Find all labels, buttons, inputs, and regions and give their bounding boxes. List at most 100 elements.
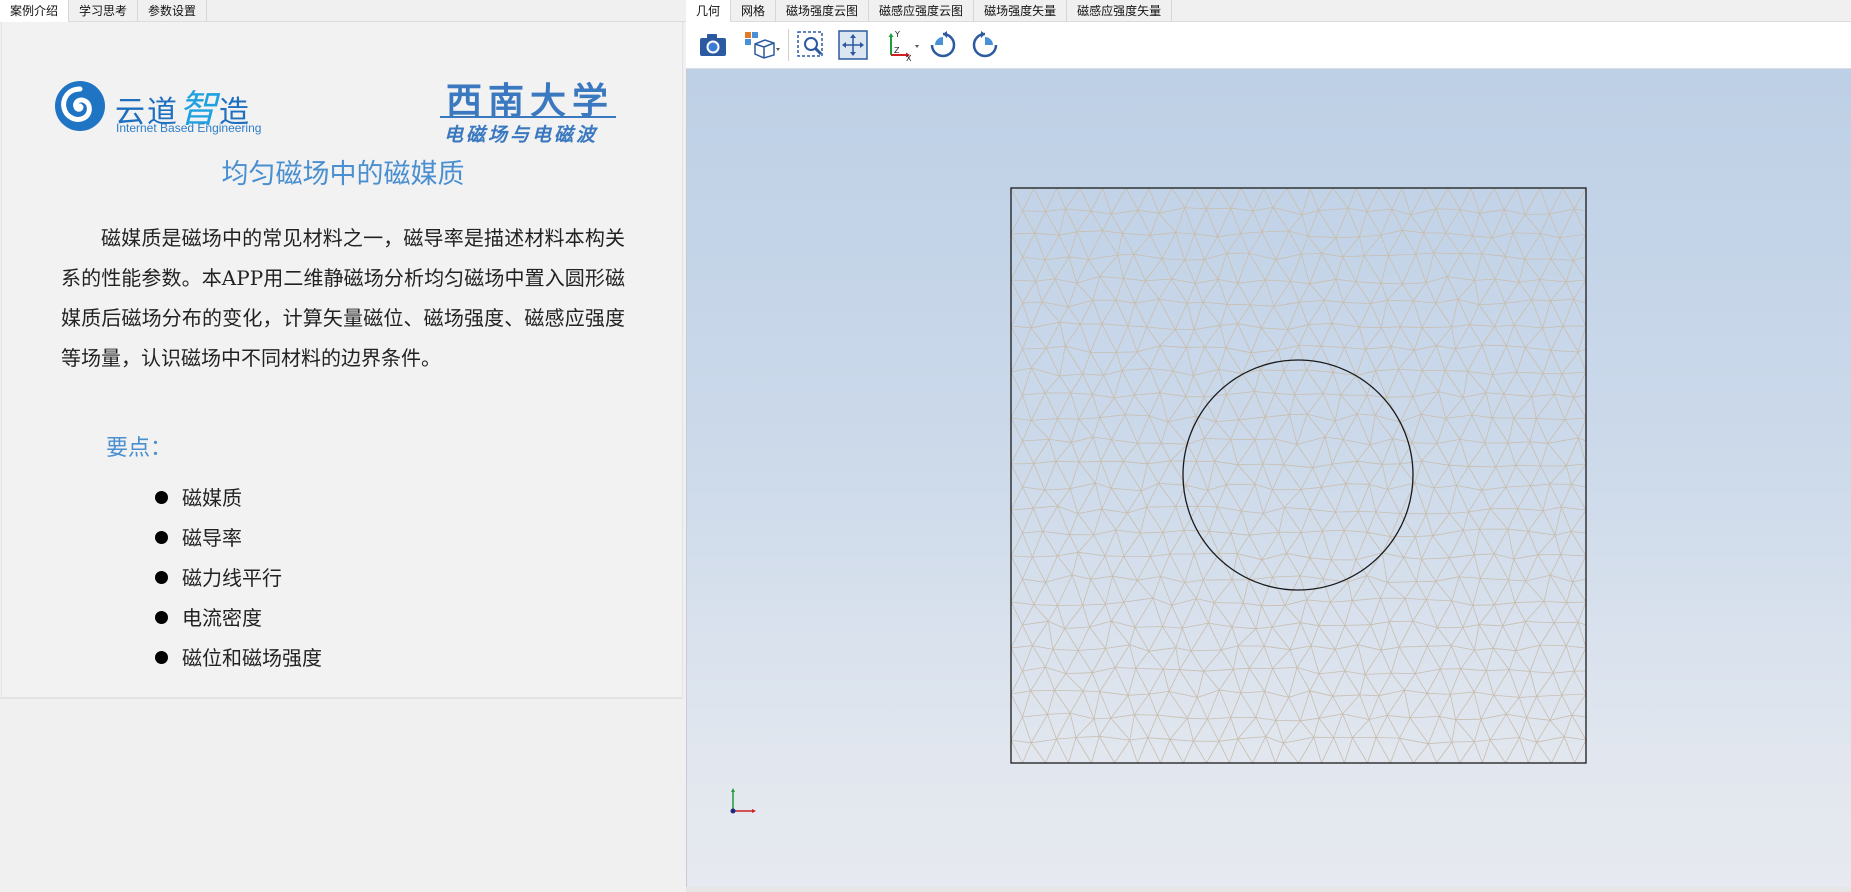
mesh-edge	[1357, 460, 1383, 465]
mesh-edge	[1264, 691, 1289, 698]
mesh-edge	[1194, 233, 1205, 260]
mesh-edge	[1323, 393, 1341, 396]
mesh-edge	[1111, 439, 1138, 444]
mesh-edge	[1283, 464, 1313, 469]
mesh-edge	[1010, 486, 1023, 511]
view-cube-icon[interactable]	[742, 28, 782, 62]
mesh-edge	[1022, 210, 1036, 234]
mesh-edge	[1123, 580, 1138, 603]
mesh-edge	[1111, 487, 1142, 492]
mesh-edge	[1259, 349, 1279, 371]
mesh-edge	[1133, 234, 1151, 255]
mesh-edge	[1436, 345, 1456, 350]
mesh-edge	[1208, 622, 1222, 651]
mesh-edge	[1116, 325, 1129, 353]
mesh-edge	[1436, 439, 1461, 444]
mesh-edge	[1404, 690, 1411, 718]
mesh-edge	[1309, 557, 1324, 580]
mesh-edge	[1554, 534, 1561, 555]
mesh-edge	[1238, 419, 1256, 440]
mesh-edge	[1578, 437, 1587, 465]
mesh-edge	[1390, 346, 1399, 370]
mesh-edge	[1413, 350, 1423, 371]
rotate-ccw-icon[interactable]	[926, 28, 960, 62]
mesh-edge	[1123, 601, 1136, 628]
mesh-edge	[1564, 419, 1579, 439]
mesh-edge	[1099, 667, 1116, 692]
tab-case-intro[interactable]: 案例介绍	[0, 0, 70, 22]
mesh-edge	[1554, 393, 1574, 398]
mesh-edge	[1421, 413, 1446, 419]
mesh-edge	[1134, 693, 1150, 715]
mesh-edge	[1542, 373, 1555, 395]
tab-geometry[interactable]: 几何	[686, 0, 732, 22]
mesh-edge	[1123, 254, 1135, 279]
tab-b-field-contour[interactable]: 磁感应强度云图	[869, 0, 975, 22]
mesh-edge	[1480, 719, 1491, 741]
tab-h-field-contour[interactable]: 磁场强度云图	[776, 0, 870, 22]
axis-orientation-icon[interactable]: Y Z X	[882, 28, 922, 62]
mesh-edge	[1272, 667, 1298, 669]
mesh-edge	[1415, 668, 1441, 675]
mesh-edge	[1077, 626, 1090, 651]
zoom-extents-icon[interactable]	[836, 28, 870, 62]
mesh-edge	[1508, 650, 1517, 670]
mesh-edge	[1056, 712, 1071, 740]
mesh-edge	[1530, 485, 1544, 511]
mesh-edge	[1284, 507, 1311, 510]
mesh-edge	[1230, 419, 1240, 440]
mesh-edge	[1323, 578, 1331, 603]
mesh-edge	[1469, 324, 1483, 346]
mesh-edge	[1357, 624, 1371, 646]
mesh-edge	[1277, 349, 1285, 371]
tab-learning-thinking[interactable]: 学习思考	[69, 0, 139, 22]
tab-b-field-vector[interactable]: 磁感应强度矢量	[1067, 0, 1173, 22]
mesh-edge	[1296, 444, 1314, 468]
case-title: 均匀磁场中的磁媒质	[221, 159, 465, 190]
mesh-edge	[1462, 511, 1469, 531]
mesh-edge	[1167, 396, 1187, 423]
mesh-edge	[1092, 394, 1115, 399]
mesh-edge	[1022, 486, 1045, 491]
mesh-edge	[1344, 530, 1368, 533]
mesh-edge	[1072, 574, 1091, 580]
zoom-box-icon[interactable]	[794, 28, 828, 62]
tab-mesh[interactable]: 网格	[731, 0, 777, 22]
mesh-edge	[1413, 743, 1429, 764]
mesh-edge	[1218, 533, 1232, 554]
mesh-edge	[1529, 441, 1541, 467]
mesh-edge	[1334, 394, 1342, 422]
mesh-edge	[1082, 579, 1092, 606]
camera-icon[interactable]	[696, 28, 730, 62]
mesh-edge	[1469, 304, 1480, 325]
mesh-edge	[1445, 209, 1461, 234]
mesh-edge	[1554, 621, 1579, 624]
mesh-edge	[1460, 649, 1475, 670]
mesh-edge	[1101, 300, 1117, 325]
mesh-edge	[1160, 576, 1185, 583]
mesh-edge	[1459, 187, 1472, 210]
mesh-edge	[1530, 671, 1554, 674]
mesh-edge	[1250, 327, 1262, 353]
mesh-edge	[1554, 373, 1563, 395]
mesh-edge	[1494, 553, 1514, 560]
mesh-edge	[1386, 283, 1403, 301]
mesh-edge	[1343, 511, 1359, 531]
mesh-edge	[1577, 325, 1587, 353]
mesh-edge	[1331, 302, 1344, 324]
mesh-edge	[1010, 532, 1023, 557]
mesh-edge	[1481, 466, 1497, 491]
tab-parameter-settings[interactable]: 参数设置	[138, 0, 208, 22]
mesh-edge	[1218, 347, 1227, 370]
mesh-edge	[1416, 581, 1427, 600]
mesh-edge	[1202, 279, 1219, 303]
mesh-edge	[1262, 463, 1284, 466]
graphics-viewport[interactable]	[686, 69, 1851, 887]
tab-h-field-vector[interactable]: 磁场强度矢量	[974, 0, 1068, 22]
mesh-edge	[1128, 693, 1150, 696]
mesh-edge	[1300, 253, 1311, 284]
mesh-edge	[1141, 483, 1159, 492]
rotate-cw-icon[interactable]	[968, 28, 1002, 62]
mesh-edge	[1479, 213, 1493, 238]
mesh-edge	[1549, 187, 1564, 215]
